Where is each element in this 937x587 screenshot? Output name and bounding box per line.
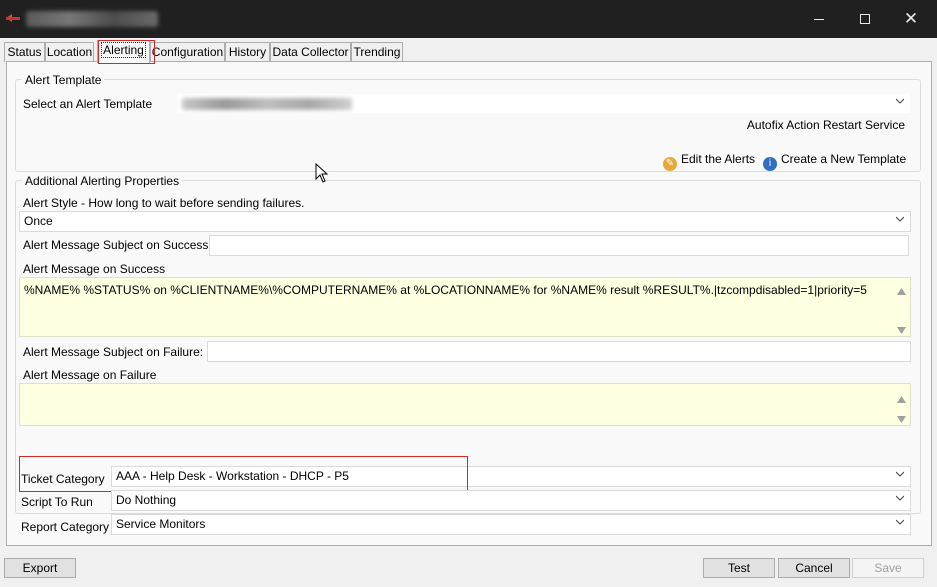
- chevron-down-icon: [896, 215, 904, 223]
- test-button[interactable]: Test: [703, 558, 775, 578]
- alerting-panel: Alert Template Select an Alert Template …: [6, 61, 932, 546]
- chevron-down-icon: [896, 97, 904, 105]
- autofix-action-text: Autofix Action Restart Service: [746, 118, 905, 132]
- ticket-category-highlight: [19, 456, 468, 492]
- edit-alerts-link[interactable]: ✎ Edit the Alerts: [663, 152, 755, 171]
- subject-failure-input[interactable]: [207, 341, 911, 362]
- maximize-icon: [860, 14, 870, 24]
- title-bar: ✕: [0, 0, 937, 38]
- report-category-label: Report Category: [21, 520, 110, 534]
- tab-history[interactable]: History: [225, 42, 270, 62]
- report-category-select[interactable]: Service Monitors: [111, 514, 911, 535]
- message-success-text: %NAME% %STATUS% on %CLIENTNAME%\%COMPUTE…: [24, 283, 867, 297]
- chevron-down-icon: [896, 494, 904, 502]
- tab-location[interactable]: Location: [45, 42, 94, 62]
- script-to-run-label: Script To Run: [21, 495, 93, 509]
- close-button[interactable]: ✕: [888, 0, 934, 38]
- close-icon: ✕: [903, 9, 919, 29]
- save-button[interactable]: Save: [852, 558, 924, 578]
- window-body: Status Location Alerting Configuration H…: [0, 38, 937, 587]
- subject-success-label: Alert Message Subject on Success:: [23, 238, 212, 252]
- alert-template-select[interactable]: [177, 93, 911, 114]
- alert-template-group-title: Alert Template: [22, 73, 105, 87]
- export-button[interactable]: Export: [4, 558, 76, 578]
- scroll-up-icon[interactable]: [897, 284, 906, 295]
- mouse-cursor-icon: [315, 162, 329, 186]
- subject-failure-label: Alert Message Subject on Failure:: [23, 345, 204, 359]
- scroll-down-icon[interactable]: [897, 412, 906, 423]
- scroll-up-icon[interactable]: [897, 392, 906, 403]
- tab-status[interactable]: Status: [4, 42, 45, 62]
- additional-properties-title: Additional Alerting Properties: [22, 174, 183, 188]
- script-to-run-select[interactable]: Do Nothing: [111, 490, 911, 511]
- window-title-redacted: [26, 11, 158, 27]
- message-failure-textarea[interactable]: [19, 383, 911, 426]
- message-failure-label: Alert Message on Failure: [23, 368, 157, 382]
- message-success-label: Alert Message on Success: [23, 262, 166, 276]
- minimize-button[interactable]: [796, 0, 842, 38]
- tab-trending[interactable]: Trending: [351, 42, 403, 62]
- create-template-label: Create a New Template: [781, 152, 907, 166]
- edit-pencil-icon: ✎: [663, 157, 677, 171]
- script-to-run-value: Do Nothing: [116, 493, 177, 507]
- create-template-link[interactable]: i Create a New Template: [763, 152, 906, 171]
- app-icon: [6, 13, 20, 23]
- chevron-down-icon: [896, 470, 904, 478]
- report-category-value: Service Monitors: [116, 517, 206, 531]
- info-icon: i: [763, 157, 777, 171]
- alert-template-value-redacted: [182, 98, 352, 110]
- alert-style-value: Once: [24, 214, 53, 228]
- alert-style-label: Alert Style - How long to wait before se…: [23, 196, 305, 210]
- subject-success-input[interactable]: [209, 235, 909, 256]
- tab-configuration[interactable]: Configuration: [150, 42, 225, 62]
- chevron-down-icon: [896, 518, 904, 526]
- select-template-label: Select an Alert Template: [23, 97, 153, 111]
- message-success-textarea[interactable]: %NAME% %STATUS% on %CLIENTNAME%\%COMPUTE…: [19, 277, 911, 337]
- edit-alerts-label: Edit the Alerts: [681, 152, 756, 166]
- cancel-button[interactable]: Cancel: [778, 558, 850, 578]
- scroll-down-icon[interactable]: [897, 323, 906, 334]
- tab-data-collector[interactable]: Data Collector: [270, 42, 351, 62]
- maximize-button[interactable]: [842, 0, 888, 38]
- alert-style-select[interactable]: Once: [19, 211, 911, 232]
- minimize-icon: [814, 18, 824, 20]
- alerting-tab-highlight: [98, 40, 155, 64]
